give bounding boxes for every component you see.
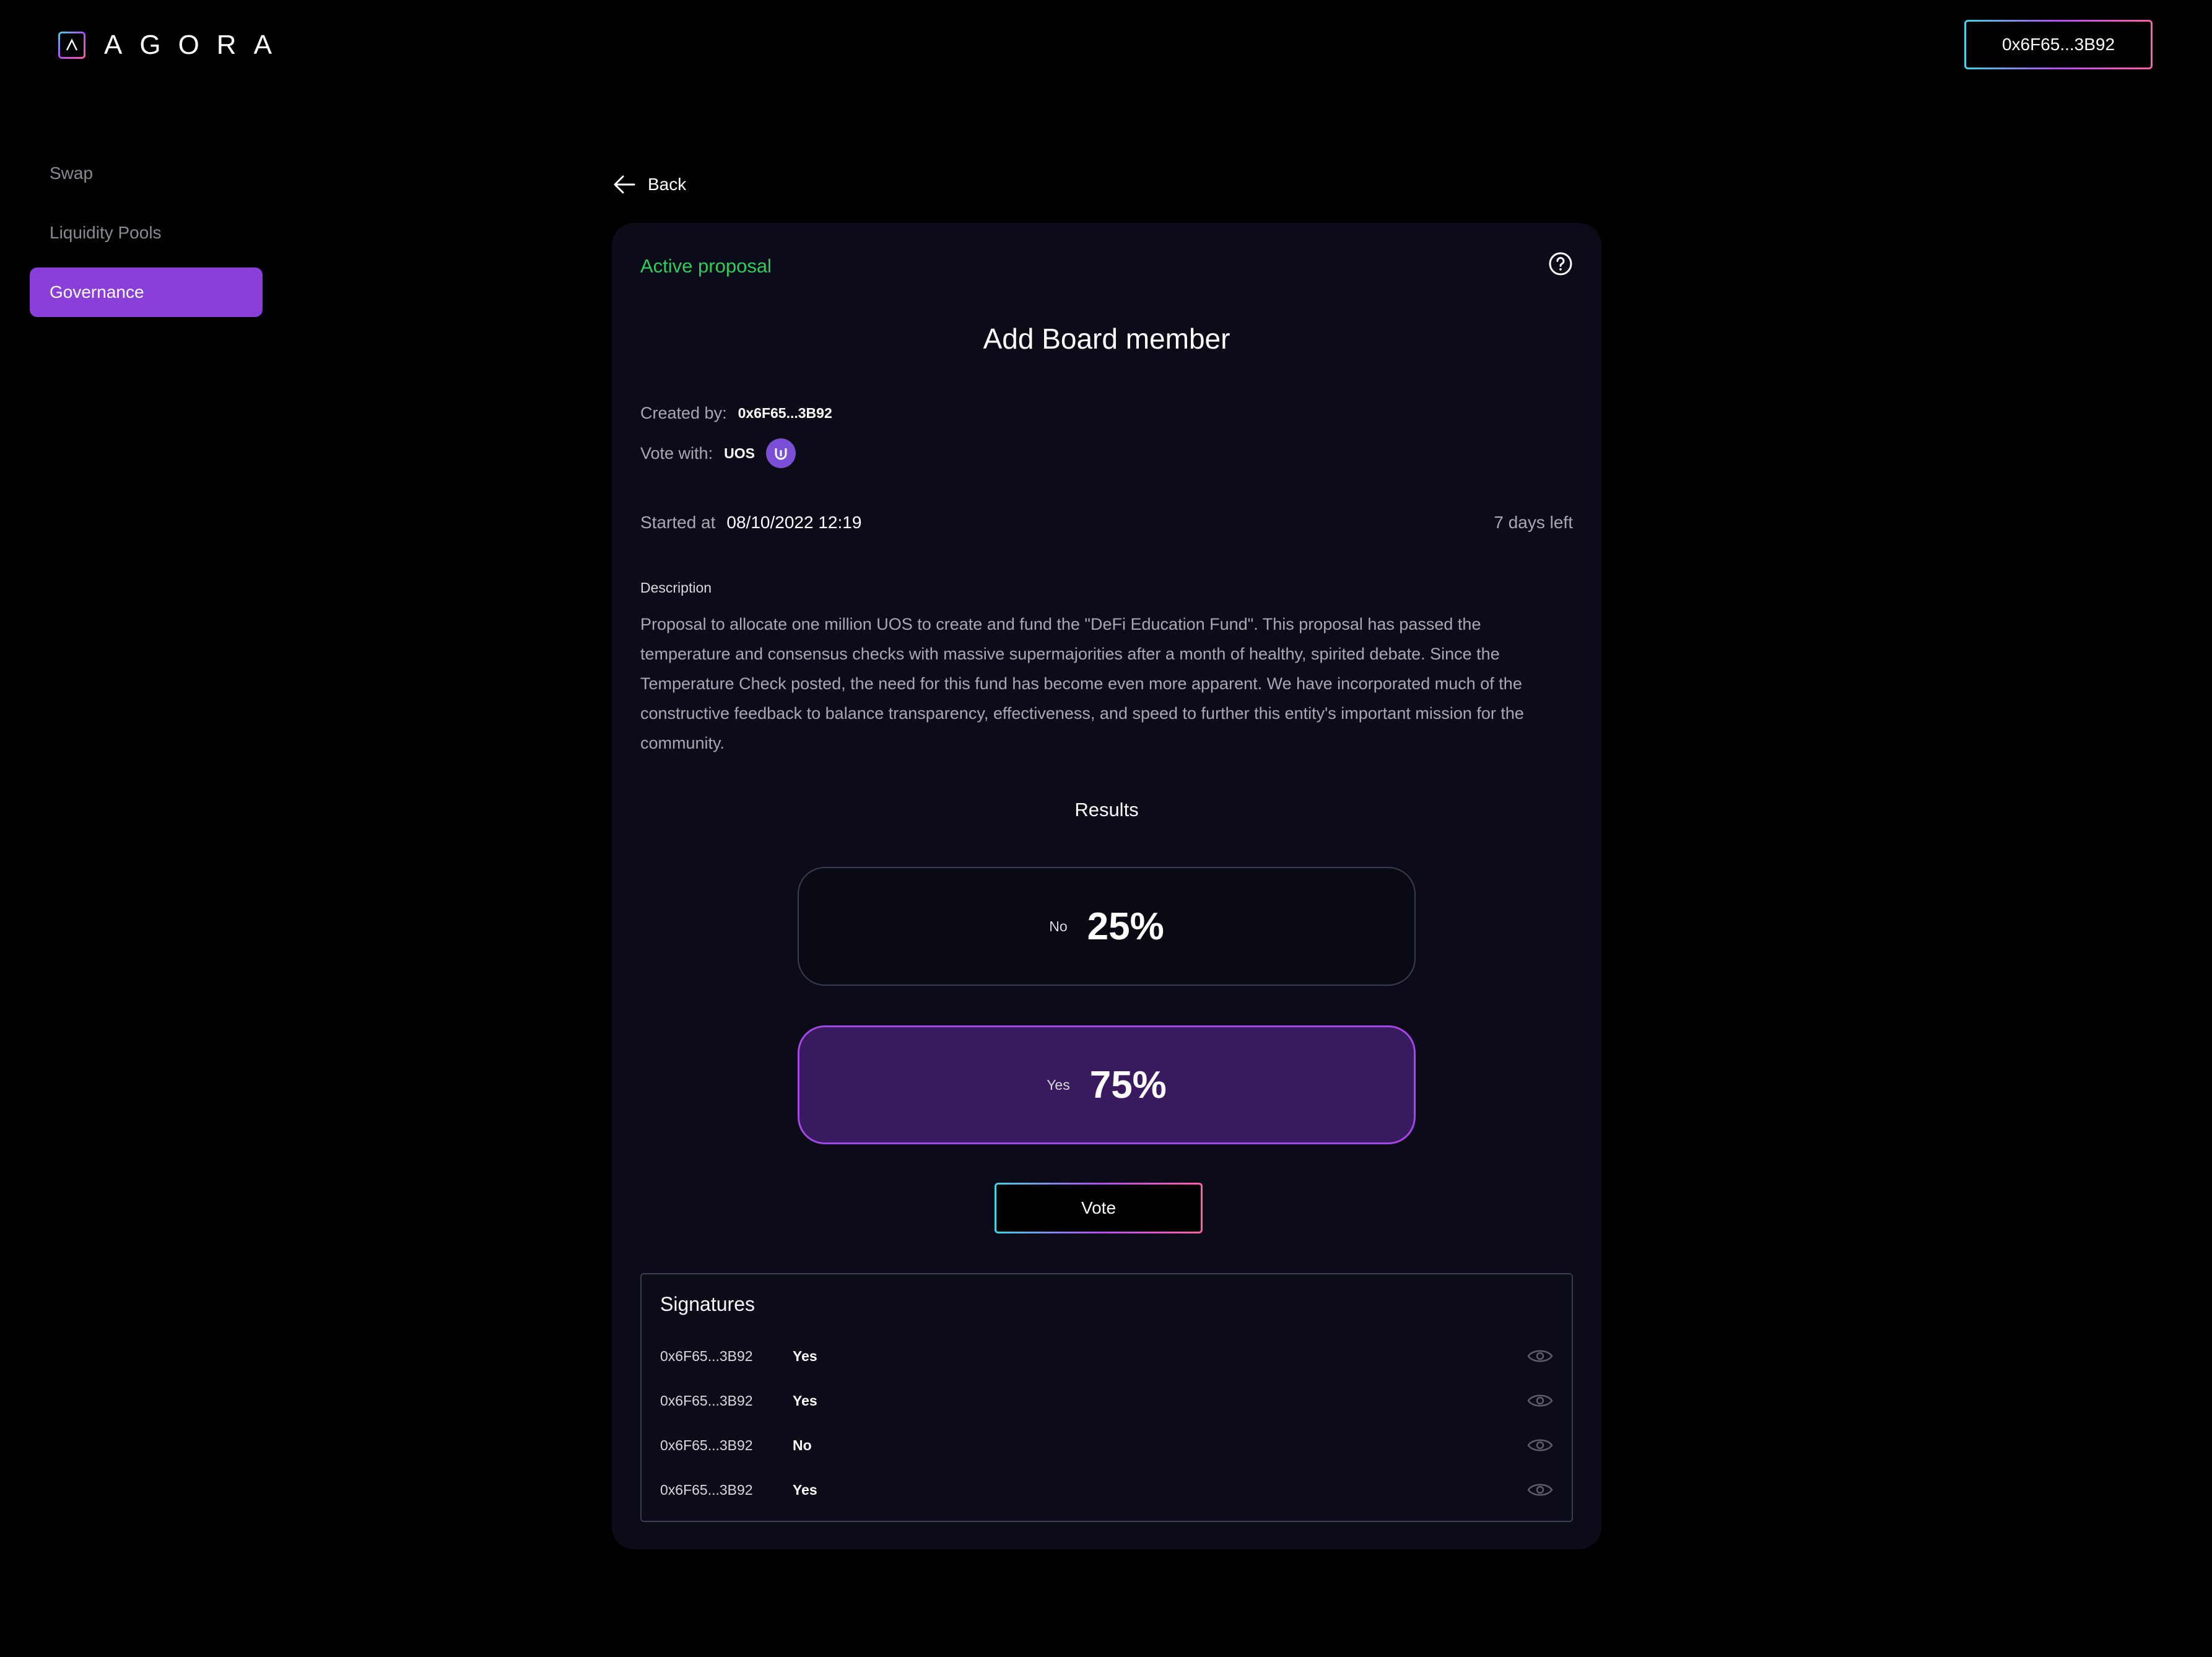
logo[interactable]: AGORA (58, 30, 289, 61)
signatures-panel: Signatures 0x6F65...3B92 Yes 0x6F65...3B… (640, 1273, 1573, 1522)
eye-icon[interactable] (1527, 1347, 1553, 1365)
agora-logo-icon (58, 32, 85, 59)
proposal-title: Add Board member (983, 323, 1230, 355)
vote-with-label: Vote with: (640, 443, 713, 463)
signature-row: 0x6F65...3B92 Yes (660, 1378, 1553, 1423)
description-text: Proposal to allocate one million UOS to … (640, 615, 1524, 752)
sidebar-item-governance[interactable]: Governance (30, 267, 263, 317)
started-row: Started at 08/10/2022 12:19 (640, 513, 861, 533)
vote-token: UOS (724, 445, 755, 461)
signature-address: 0x6F65...3B92 (660, 1347, 753, 1364)
signature-vote: Yes (793, 1481, 817, 1498)
started-label: Started at (640, 513, 716, 532)
signatures-title: Signatures (660, 1293, 755, 1315)
signature-address: 0x6F65...3B92 (660, 1481, 753, 1498)
result-option-yes[interactable]: Yes 75% (798, 1025, 1416, 1144)
signature-vote: No (793, 1437, 812, 1453)
created-by-label: Created by: (640, 404, 727, 422)
back-label: Back (648, 175, 687, 194)
created-by-address: 0x6F65...3B92 (738, 405, 832, 421)
results-label: Results (1074, 799, 1139, 820)
result-label: Yes (1047, 1076, 1070, 1093)
signature-address: 0x6F65...3B92 (660, 1437, 753, 1453)
logo-text: AGORA (104, 30, 289, 60)
description-label: Description (640, 580, 712, 596)
time-left: 7 days left (1494, 513, 1573, 532)
help-icon[interactable] (1548, 251, 1573, 276)
arrow-left-icon (614, 175, 635, 194)
signature-row: 0x6F65...3B92 Yes (660, 1468, 1553, 1512)
vote-button[interactable]: Vote (995, 1183, 1203, 1233)
sidebar-item-swap[interactable]: Swap (30, 149, 263, 198)
uos-token-icon (765, 438, 796, 468)
signature-row: 0x6F65...3B92 No (660, 1423, 1553, 1468)
vote-with-row: Vote with: UOS (640, 438, 796, 468)
sidebar: Swap Liquidity Pools Governance (30, 149, 263, 327)
signature-address: 0x6F65...3B92 (660, 1392, 753, 1409)
signature-vote: Yes (793, 1392, 817, 1409)
signature-vote: Yes (793, 1347, 817, 1364)
wallet-address-button[interactable]: 0x6F65...3B92 (1964, 20, 2153, 69)
result-label: No (1049, 918, 1068, 934)
result-percent: 25% (1087, 905, 1164, 948)
proposal-status: Active proposal (640, 255, 772, 277)
proposal-card: Active proposal Add Board member Created… (612, 223, 1601, 1549)
started-date: 08/10/2022 12:19 (726, 513, 862, 532)
sidebar-item-liquidity-pools[interactable]: Liquidity Pools (30, 208, 263, 258)
eye-icon[interactable] (1527, 1436, 1553, 1455)
eye-icon[interactable] (1527, 1481, 1553, 1499)
eye-icon[interactable] (1527, 1391, 1553, 1410)
result-option-no[interactable]: No 25% (798, 867, 1416, 986)
back-link[interactable]: Back (613, 175, 686, 194)
result-percent: 75% (1089, 1063, 1167, 1107)
signature-row: 0x6F65...3B92 Yes (660, 1334, 1553, 1378)
created-by-row: Created by: 0x6F65...3B92 (640, 404, 832, 423)
